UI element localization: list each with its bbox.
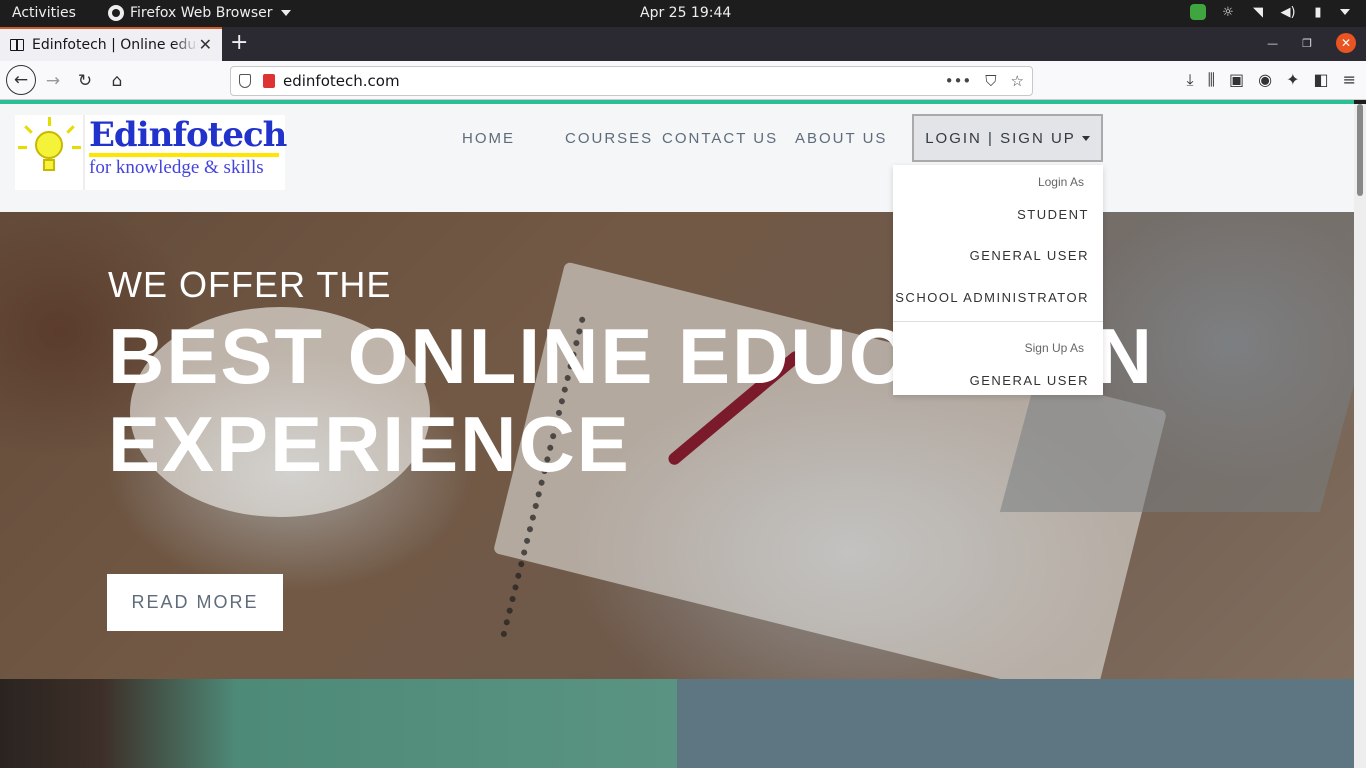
navigation-toolbar: ← → ↻ ⌂ edinfotech.com ••• ⛉ ☆ ⤓ ⫼ ▣ ◉ ✦… xyxy=(0,61,1366,100)
bookmark-star-icon[interactable]: ☆ xyxy=(1011,72,1024,90)
hero-pre-title: WE OFFER THE xyxy=(108,264,392,305)
tracking-shield-icon[interactable] xyxy=(239,74,251,88)
volume-icon: ◀) xyxy=(1280,4,1296,20)
feature-image-right xyxy=(677,679,1354,768)
sidebar-icon[interactable]: ▣ xyxy=(1229,70,1244,90)
insecure-lock-icon[interactable] xyxy=(263,74,275,88)
site-header: Edinfotech for knowledge & skills HOME C… xyxy=(0,104,1354,212)
login-signup-button[interactable]: LOGIN | SIGN UP xyxy=(912,114,1103,162)
battery-icon: ▮ xyxy=(1314,4,1322,20)
nav-contact-us[interactable]: CONTACT US xyxy=(662,130,778,147)
update-shield-icon[interactable] xyxy=(1190,4,1206,20)
signup-general-user[interactable]: GENERAL USER xyxy=(970,373,1089,388)
hamburger-menu-icon[interactable]: ≡ xyxy=(1343,70,1356,90)
login-general-user[interactable]: GENERAL USER xyxy=(970,248,1089,263)
reader-book-icon xyxy=(10,39,24,51)
new-tab-button[interactable]: + xyxy=(230,30,248,55)
maximize-icon[interactable]: ❐ xyxy=(1302,37,1312,50)
logo-tagline: for knowledge & skills xyxy=(89,157,264,178)
home-button[interactable]: ⌂ xyxy=(104,68,130,94)
chevron-down-icon xyxy=(280,10,291,16)
account-icon[interactable]: ◉ xyxy=(1258,70,1272,90)
wifi-icon: ◥ xyxy=(1253,4,1263,20)
login-signup-label: LOGIN | SIGN UP xyxy=(925,129,1076,147)
clock[interactable]: Apr 25 19:44 xyxy=(640,5,731,21)
sign-up-as-heading: Sign Up As xyxy=(1024,341,1084,355)
login-as-heading: Login As xyxy=(1037,175,1084,189)
window-close-icon[interactable]: ✕ xyxy=(1336,33,1356,53)
app-menu[interactable]: Firefox Web Browser xyxy=(108,5,291,21)
tab-strip: Edinfotech | Online education ✕ + — ❐ ✕ xyxy=(0,27,1366,61)
system-tray[interactable]: ☼ ◥ ◀) ▮ xyxy=(1190,4,1350,20)
reload-button[interactable]: ↻ xyxy=(72,68,98,94)
feature-image-left xyxy=(0,679,677,768)
login-school-administrator[interactable]: SCHOOL ADMINISTRATOR xyxy=(895,290,1089,305)
forward-button[interactable]: → xyxy=(40,68,66,94)
url-text[interactable]: edinfotech.com xyxy=(283,72,400,90)
nav-about-us[interactable]: ABOUT US xyxy=(795,130,887,147)
nav-home[interactable]: HOME xyxy=(462,130,515,147)
system-top-bar: Activities Firefox Web Browser Apr 25 19… xyxy=(0,0,1366,27)
back-button[interactable]: ← xyxy=(6,65,36,95)
library-icon[interactable]: ⫼ xyxy=(1208,70,1215,90)
hero-title: BEST ONLINE EDUCATION EXPERIENCE xyxy=(108,312,1308,488)
hero-title-line-1: BEST ONLINE EDUCATION xyxy=(108,312,1154,400)
feature-strip xyxy=(0,679,1354,768)
page-actions-icon[interactable]: ••• xyxy=(945,72,972,90)
close-tab-icon[interactable]: ✕ xyxy=(199,35,212,54)
tab-edinfotech[interactable]: Edinfotech | Online education ✕ xyxy=(0,27,222,61)
system-menu-chevron-icon[interactable] xyxy=(1340,9,1350,15)
brightness-icon: ☼ xyxy=(1222,4,1234,20)
lightbulb-icon xyxy=(15,115,83,190)
pocket-icon[interactable]: ⛉ xyxy=(985,72,996,90)
web-page: Edinfotech for knowledge & skills HOME C… xyxy=(0,104,1354,768)
toolbar-icons: ⤓ ⫼ ▣ ◉ ✦ ◧ ≡ xyxy=(1187,70,1356,90)
scrollbar-thumb[interactable] xyxy=(1357,104,1363,196)
site-logo[interactable]: Edinfotech for knowledge & skills xyxy=(15,115,287,190)
extension-icon[interactable]: ✦ xyxy=(1286,70,1299,90)
login-student[interactable]: STUDENT xyxy=(1017,207,1089,222)
nav-courses[interactable]: COURSES xyxy=(565,130,653,147)
extension-2-icon[interactable]: ◧ xyxy=(1313,70,1328,90)
read-more-button[interactable]: READ MORE xyxy=(107,574,283,631)
hero-title-line-2: EXPERIENCE xyxy=(108,400,631,488)
page-scrollbar[interactable] xyxy=(1354,104,1366,768)
firefox-icon xyxy=(108,5,124,21)
url-bar[interactable]: edinfotech.com ••• ⛉ ☆ xyxy=(230,66,1033,96)
minimize-icon[interactable]: — xyxy=(1267,37,1278,50)
downloads-icon[interactable]: ⤓ xyxy=(1187,70,1194,90)
dropdown-divider xyxy=(893,321,1103,322)
app-menu-label: Firefox Web Browser xyxy=(130,5,273,21)
tab-title: Edinfotech | Online education xyxy=(32,37,198,53)
caret-down-icon xyxy=(1081,135,1090,141)
login-dropdown-menu: Login As STUDENT GENERAL USER SCHOOL ADM… xyxy=(893,165,1103,395)
activities-button[interactable]: Activities xyxy=(12,5,76,21)
hero-banner: WE OFFER THE BEST ONLINE EDUCATION EXPER… xyxy=(0,212,1354,679)
window-controls: — ❐ ✕ xyxy=(1267,33,1356,53)
logo-brand-text: Edinfotech xyxy=(89,115,287,155)
